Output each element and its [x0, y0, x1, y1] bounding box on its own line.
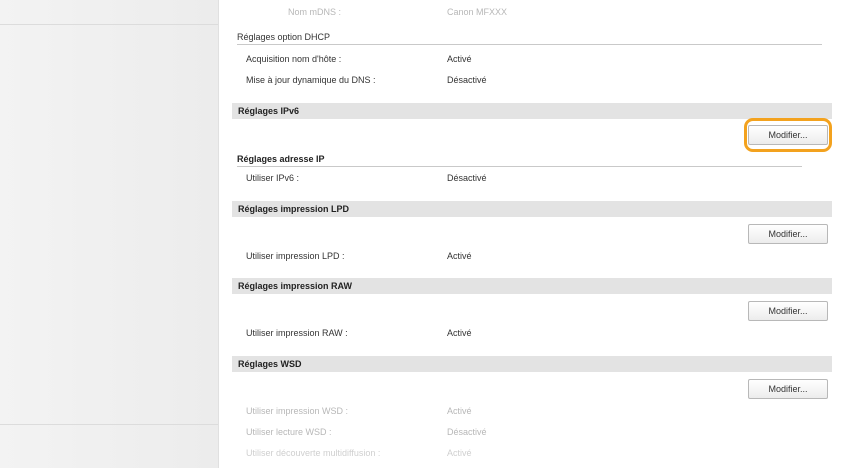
use-ipv6-label: Utiliser IPv6 :	[246, 173, 300, 183]
use-wsd-scan-label: Utiliser lecture WSD :	[246, 427, 332, 437]
dhcp-row-hostname: Acquisition nom d'hôte : Activé	[232, 51, 832, 67]
dhcp-row-dynamic-dns: Mise à jour dynamique du DNS : Désactivé	[232, 72, 832, 88]
lpd-section-header: Réglages impression LPD	[232, 201, 832, 217]
use-lpd-value: Activé	[447, 251, 472, 261]
ipv6-row-use: Utiliser IPv6 : Désactivé	[232, 170, 832, 186]
use-wsd-print-label: Utiliser impression WSD :	[246, 406, 349, 416]
wsd-row-print: Utiliser impression WSD : Activé	[232, 403, 832, 419]
use-wsd-scan-value: Désactivé	[447, 427, 487, 437]
ip-address-settings-divider	[237, 166, 802, 167]
use-lpd-label: Utiliser impression LPD :	[246, 251, 345, 261]
raw-section-header: Réglages impression RAW	[232, 278, 832, 294]
wsd-edit-button[interactable]: Modifier...	[748, 379, 828, 399]
network-settings-panel: Nom mDNS : Canon MFXXX Réglages option D…	[232, 0, 832, 468]
use-wsd-print-value: Activé	[447, 406, 472, 416]
mdns-name-value: Canon MFXXX	[447, 7, 508, 17]
lpd-row-use: Utiliser impression LPD : Activé	[232, 248, 832, 264]
wsd-section-header: Réglages WSD	[232, 356, 832, 372]
screenshot-stage: Nom mDNS : Canon MFXXX Réglages option D…	[0, 0, 859, 468]
raw-row-use: Utiliser impression RAW : Activé	[232, 325, 832, 341]
use-raw-label: Utiliser impression RAW :	[246, 328, 348, 338]
ipv6-edit-highlight	[744, 118, 832, 152]
ip-address-settings-header: Réglages adresse IP	[237, 154, 325, 164]
hostname-acquisition-label: Acquisition nom d'hôte :	[246, 54, 342, 64]
mdns-name-row: Nom mDNS : Canon MFXXX	[232, 4, 832, 20]
sidebar-divider	[0, 424, 218, 425]
ipv6-section-header: Réglages IPv6	[232, 103, 832, 119]
dhcp-option-divider	[237, 44, 822, 45]
use-multicast-discovery-label: Utiliser découverte multidiffusion :	[246, 448, 381, 458]
lpd-edit-button[interactable]: Modifier...	[748, 224, 828, 244]
sidebar-divider	[0, 24, 218, 25]
hostname-acquisition-value: Activé	[447, 54, 472, 64]
wsd-row-multicast: Utiliser découverte multidiffusion : Act…	[232, 445, 832, 461]
dhcp-option-header: Réglages option DHCP	[237, 32, 331, 42]
mdns-name-label: Nom mDNS :	[288, 7, 342, 17]
left-sidebar	[0, 0, 219, 468]
use-ipv6-value: Désactivé	[447, 173, 487, 183]
use-raw-value: Activé	[447, 328, 472, 338]
raw-edit-button[interactable]: Modifier...	[748, 301, 828, 321]
dynamic-dns-value: Désactivé	[447, 75, 487, 85]
use-multicast-discovery-value: Activé	[447, 448, 472, 458]
wsd-row-scan: Utiliser lecture WSD : Désactivé	[232, 424, 832, 440]
dynamic-dns-label: Mise à jour dynamique du DNS :	[246, 75, 376, 85]
